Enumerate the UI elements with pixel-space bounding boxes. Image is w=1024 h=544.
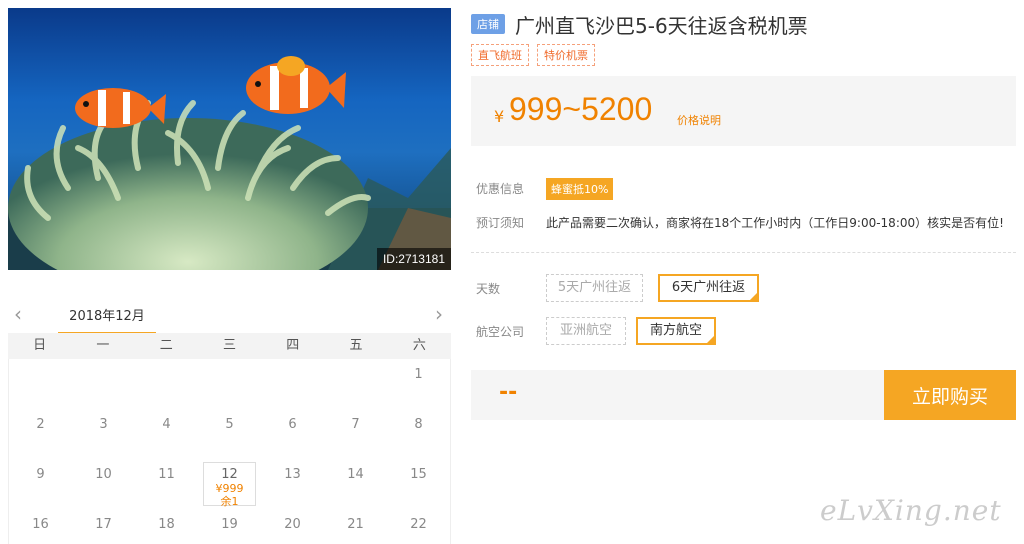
calendar-day-available[interactable]: 12 ¥999 余1 bbox=[203, 462, 256, 508]
tag-direct-flight: 直飞航班 bbox=[471, 44, 529, 66]
calendar-day: 16 bbox=[32, 517, 49, 532]
weekday: 三 bbox=[222, 338, 236, 353]
price-box: ¥ 999~5200 价格说明 bbox=[471, 76, 1016, 146]
option-china-southern[interactable]: 南方航空 bbox=[636, 317, 716, 345]
calendar-weekdays: 日 一 二 三 四 五 六 bbox=[8, 333, 451, 359]
calendar-empty bbox=[9, 359, 72, 409]
calendar-empty bbox=[198, 359, 261, 409]
notice-text: 此产品需要二次确认，商家将在18个工作小时内（工作日9:00-18:00）核实是… bbox=[546, 216, 1004, 230]
weekday: 五 bbox=[349, 338, 363, 353]
divider bbox=[471, 252, 1016, 253]
promo-badge: 蜂蜜抵10% bbox=[546, 178, 614, 200]
calendar-empty bbox=[72, 359, 135, 409]
clownfish-anemone-illustration bbox=[8, 56, 451, 270]
watermark-logo: eLvXing.net bbox=[820, 494, 1002, 527]
day-price: ¥999 bbox=[215, 482, 244, 495]
product-image: ID:2713181 bbox=[8, 8, 451, 270]
total-price: -- bbox=[499, 380, 518, 405]
weekday: 四 bbox=[286, 338, 300, 353]
product-title-row: 店铺 广州直飞沙巴5-6天往返含税机票 bbox=[471, 10, 808, 38]
calendar-empty bbox=[261, 359, 324, 409]
clownfish-right bbox=[246, 56, 346, 114]
calendar-month: 2018年12月 bbox=[58, 305, 156, 334]
calendar-day: 5 bbox=[225, 417, 234, 432]
calendar-day: 11 bbox=[158, 467, 175, 482]
price-currency: ¥ bbox=[494, 107, 505, 126]
option-5-days[interactable]: 5天广州往返 bbox=[546, 274, 643, 302]
calendar-day: 10 bbox=[95, 467, 112, 482]
image-id-label: ID:2713181 bbox=[376, 248, 451, 270]
tag-special-ticket: 特价机票 bbox=[537, 44, 595, 66]
product-title: 广州直飞沙巴5-6天往返含税机票 bbox=[515, 13, 808, 38]
calendar-day: 2 bbox=[36, 417, 45, 432]
calendar-day: 6 bbox=[288, 417, 297, 432]
days-label: 天数 bbox=[476, 282, 501, 296]
calendar-day: 13 bbox=[284, 467, 301, 482]
calendar-day: 19 bbox=[221, 517, 238, 532]
calendar-day: 1 bbox=[414, 367, 423, 382]
notice-label: 预订须知 bbox=[476, 216, 525, 230]
calendar-grid: 1 2 3 4 5 6 7 8 9 10 11 12 ¥999 余1 13 14… bbox=[8, 359, 451, 544]
calendar-day: 3 bbox=[99, 417, 108, 432]
price-range: 999~5200 bbox=[509, 91, 653, 127]
airline-label: 航空公司 bbox=[476, 325, 525, 339]
calendar-day: 20 bbox=[284, 517, 301, 532]
calendar-day: 7 bbox=[351, 417, 360, 432]
buy-bar: -- bbox=[471, 370, 884, 420]
weekday: 六 bbox=[412, 338, 426, 353]
shop-badge: 店铺 bbox=[471, 14, 505, 34]
weekday: 日 bbox=[33, 338, 47, 353]
calendar-day: 22 bbox=[410, 517, 427, 532]
weekday: 二 bbox=[159, 338, 173, 353]
weekday: 一 bbox=[96, 338, 110, 353]
option-airasia[interactable]: 亚洲航空 bbox=[546, 317, 626, 345]
chevron-left-icon[interactable]: ‹ bbox=[14, 302, 22, 326]
day-remaining: 余1 bbox=[220, 495, 239, 508]
buy-now-button[interactable]: 立即购买 bbox=[884, 370, 1016, 420]
calendar-day: 8 bbox=[414, 417, 423, 432]
calendar-day: 9 bbox=[36, 467, 45, 482]
calendar-day: 18 bbox=[158, 517, 175, 532]
calendar-day: 15 bbox=[410, 467, 427, 482]
product-tags: 直飞航班 特价机票 bbox=[471, 44, 595, 66]
calendar-empty bbox=[324, 359, 387, 409]
calendar-day: 4 bbox=[162, 417, 171, 432]
calendar-empty bbox=[135, 359, 198, 409]
calendar-day: 17 bbox=[95, 517, 112, 532]
calendar-day: 14 bbox=[347, 467, 364, 482]
calendar-header: ‹ 2018年12月 › bbox=[8, 297, 451, 334]
promo-label: 优惠信息 bbox=[476, 182, 525, 196]
price-note-link[interactable]: 价格说明 bbox=[677, 112, 721, 128]
day-number: 12 bbox=[221, 467, 238, 482]
option-6-days[interactable]: 6天广州往返 bbox=[658, 274, 759, 302]
chevron-right-icon[interactable]: › bbox=[435, 302, 443, 326]
calendar-day: 21 bbox=[347, 517, 364, 532]
